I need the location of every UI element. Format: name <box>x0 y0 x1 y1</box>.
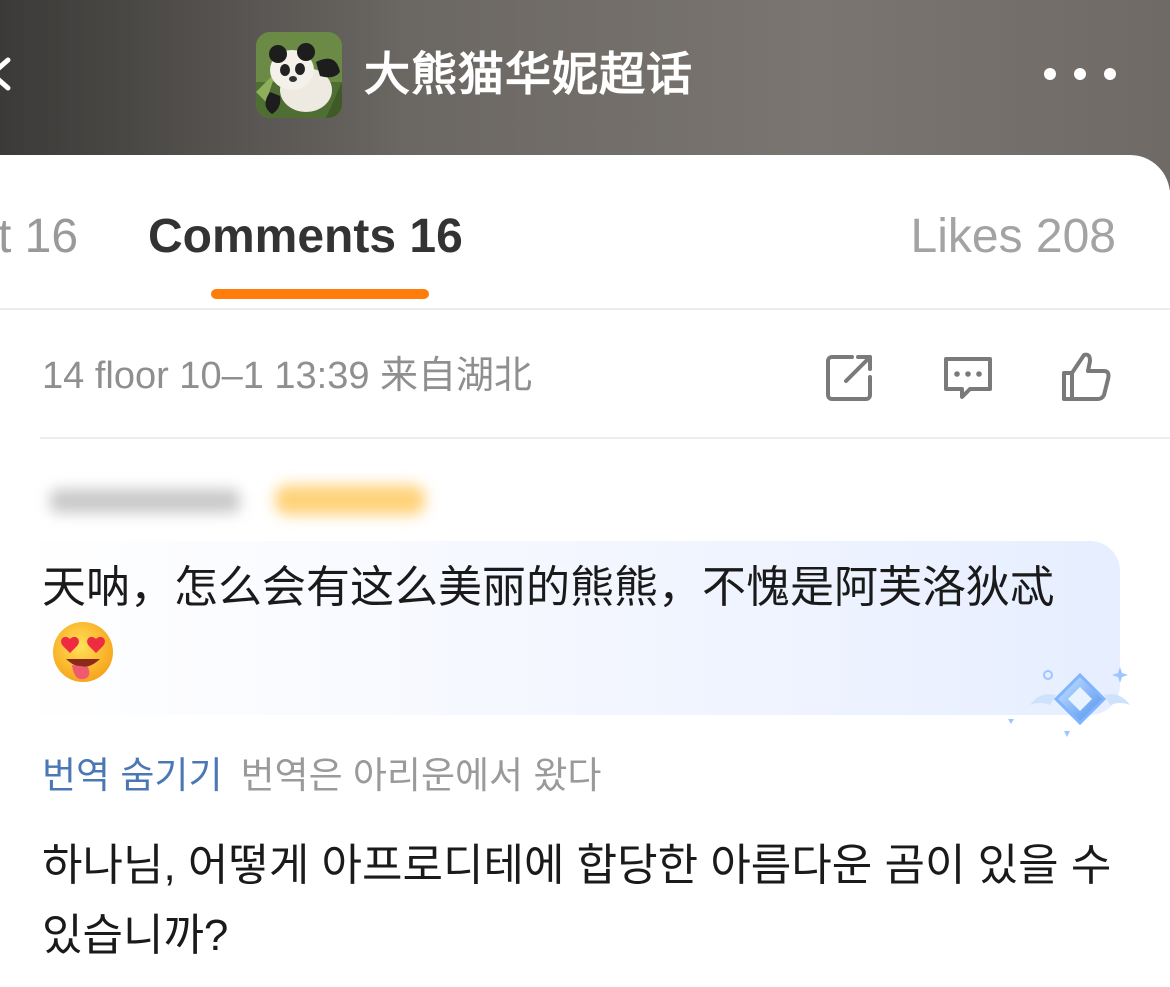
tab-bar: t 16 Comments 16 Likes 208 <box>0 155 1170 310</box>
heart-eyes-tongue-emoji <box>53 622 113 683</box>
comment-sheet: t 16 Comments 16 Likes 208 14 floor 10–1… <box>0 155 1170 987</box>
tab-likes[interactable]: Likes 208 <box>911 207 1116 267</box>
translation-source: 번역은 아리운에서 왔다 <box>240 755 602 796</box>
comment-meta: 14 floor 10–1 13:39 来自湖北 <box>42 355 533 397</box>
comment-icon[interactable] <box>940 349 996 405</box>
tab-repost[interactable]: t 16 <box>0 207 78 267</box>
topic-title: 大熊猫华妮超话 <box>364 48 693 100</box>
blurred-username[interactable] <box>40 475 440 525</box>
panda-image <box>256 32 342 118</box>
share-icon[interactable] <box>822 349 878 405</box>
translation-row: 번역 숨기기 번역은 아리운에서 왔다 <box>42 751 601 801</box>
tab-comments[interactable]: Comments 16 <box>148 207 463 267</box>
divider <box>40 437 1170 439</box>
comment-meta-row: 14 floor 10–1 13:39 来自湖北 <box>40 325 1130 431</box>
divider <box>0 308 1170 310</box>
back-chevron-icon[interactable] <box>0 52 18 96</box>
translated-text: 하나님, 어떻게 아프로디테에 합당한 아름다운 곰이 있을 수 있습니까? <box>42 841 1112 960</box>
hide-translation-link[interactable]: 번역 숨기기 <box>42 755 222 796</box>
like-icon[interactable] <box>1058 349 1114 405</box>
more-dots-icon[interactable] <box>1040 60 1120 88</box>
panda-avatar[interactable] <box>256 32 342 118</box>
comment-text: 天呐，怎么会有这么美丽的熊熊，不愧是阿芙洛狄忒 <box>42 563 1054 612</box>
screen: 大熊猫华妮超话 t 16 Comments 16 Likes 208 14 fl… <box>0 0 1170 987</box>
comment-bubble[interactable]: 天呐，怎么会有这么美丽的熊熊，不愧是阿芙洛狄忒 <box>14 541 1120 715</box>
active-tab-indicator <box>211 289 429 299</box>
diamond-badge-icon <box>1008 667 1130 737</box>
comment-text-block: 天呐，怎么会有这么美丽的熊熊，不愧是阿芙洛狄忒 <box>42 557 1082 685</box>
